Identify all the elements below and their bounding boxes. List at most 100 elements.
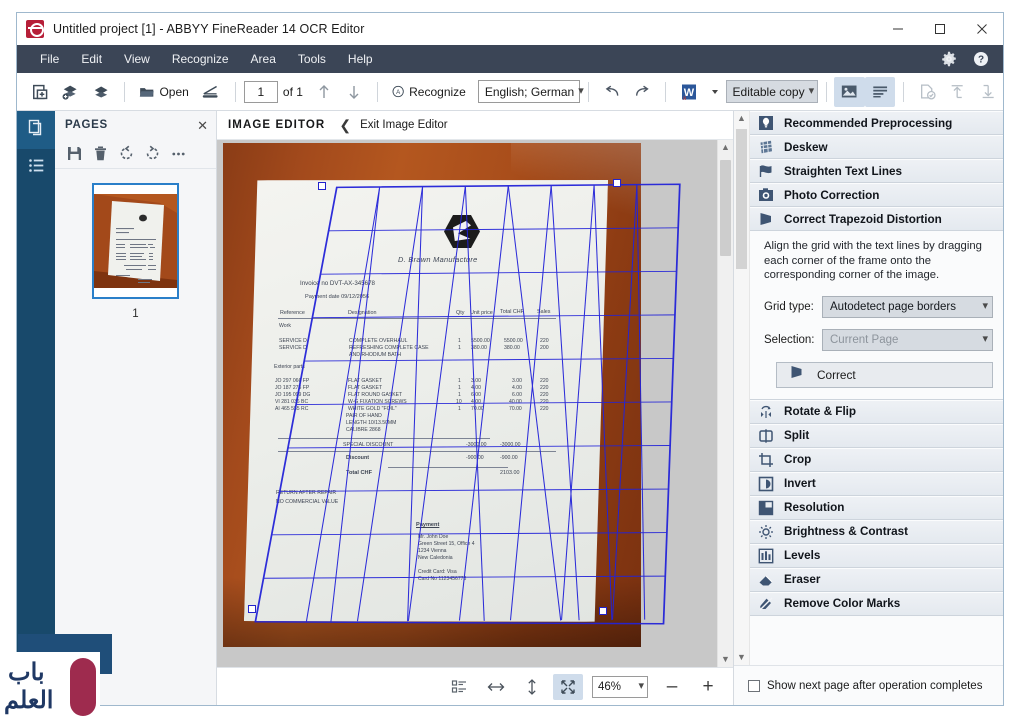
scroll-up-icon[interactable]: ▲ [737, 114, 746, 123]
part-ref-2: JO 195 099 DG [275, 392, 311, 398]
op-resolution[interactable]: Resolution [750, 495, 1003, 520]
op-crop[interactable]: Crop [750, 447, 1003, 472]
grid-type-select[interactable]: Autodetect page borders ▾ [822, 295, 993, 318]
pages-panel-header: PAGES ✕ [55, 111, 216, 139]
page-thumbnail-1[interactable] [92, 183, 179, 299]
best-fit-icon[interactable] [553, 673, 583, 700]
image-view-icon[interactable] [834, 76, 865, 107]
gear-icon[interactable] [941, 51, 957, 67]
selection-select[interactable]: Current Page ▾ [822, 328, 993, 351]
grid-handle-top-left[interactable] [318, 182, 326, 190]
zoom-out-button[interactable]: – [657, 674, 687, 700]
scroll-down-icon[interactable]: ▼ [737, 653, 746, 662]
language-value: English; German [484, 84, 575, 99]
th-total: Total CHF [500, 309, 524, 315]
rail-list-button[interactable] [17, 149, 55, 187]
previous-page-button[interactable] [309, 77, 339, 107]
image-canvas[interactable]: D. Brawn Manufacture Invoice no DVT-AX-3… [217, 140, 717, 667]
zoom-level-select[interactable]: 46% ▾ [592, 675, 648, 698]
export-mode-select[interactable]: Editable copy ▾ [725, 80, 818, 103]
svg-text:я: я [683, 96, 686, 101]
menu-tools[interactable]: Tools [287, 48, 337, 70]
menu-view[interactable]: View [113, 48, 161, 70]
op-eraser[interactable]: Eraser [750, 567, 1003, 592]
row-qty-1: 1 [458, 345, 461, 351]
menu-edit[interactable]: Edit [70, 48, 113, 70]
correct-button[interactable]: Correct [776, 361, 993, 388]
op-levels[interactable]: Levels [750, 543, 1003, 568]
save-icon[interactable] [62, 142, 86, 166]
receive-from-icon[interactable] [973, 77, 1003, 107]
next-page-button[interactable] [339, 77, 369, 107]
op-split[interactable]: Split [750, 423, 1003, 448]
menu-area[interactable]: Area [240, 48, 287, 70]
undo-button[interactable] [597, 77, 627, 107]
rotate-left-icon[interactable] [114, 142, 138, 166]
camera-icon [756, 186, 776, 204]
delete-icon[interactable] [88, 142, 112, 166]
export-format-dropdown[interactable] [704, 77, 721, 107]
title-bar: Untitled project [1] - ABBYY FineReader … [17, 13, 1003, 45]
op-straighten-text-lines[interactable]: Straighten Text Lines [750, 159, 1003, 183]
scroll-thumb[interactable] [720, 160, 731, 256]
op-photo-correction[interactable]: Photo Correction [750, 183, 1003, 207]
scanner-icon[interactable] [195, 77, 227, 107]
send-to-icon[interactable] [942, 77, 972, 107]
pages-stack-icon[interactable] [86, 77, 116, 107]
help-icon[interactable]: ? [973, 51, 989, 67]
show-next-page-checkbox[interactable] [748, 679, 760, 692]
part-sales-0: 220 [540, 378, 549, 384]
op-correct-trapezoid-distortion[interactable]: Correct Trapezoid Distortion [750, 207, 1003, 231]
more-options-icon[interactable] [166, 142, 190, 166]
fit-page-icon[interactable] [445, 674, 475, 700]
rail-pages-button[interactable] [17, 111, 55, 149]
open-button[interactable]: Open [133, 77, 195, 107]
close-button[interactable] [961, 13, 1003, 45]
brightness-icon [756, 523, 776, 541]
exit-image-editor-link[interactable]: Exit Image Editor [360, 119, 448, 131]
page-number-input[interactable] [243, 80, 278, 103]
toolbar-separator [124, 81, 125, 102]
company-name: D. Brawn Manufacture [398, 255, 478, 264]
op-rotate-flip[interactable]: Rotate & Flip [750, 399, 1003, 424]
add-pages-icon[interactable] [55, 77, 85, 107]
op-label: Split [784, 429, 810, 442]
scroll-down-icon[interactable]: ▼ [721, 655, 730, 664]
scroll-up-icon[interactable]: ▲ [721, 143, 730, 152]
op-remove-color-marks[interactable]: Remove Color Marks [750, 591, 1003, 616]
rotate-right-icon[interactable] [140, 142, 164, 166]
scroll-thumb[interactable] [736, 129, 747, 269]
part-qty-3: 10 [456, 399, 462, 405]
new-document-icon[interactable] [25, 77, 55, 107]
image-editor-pane: IMAGE EDITOR ❮ Exit Image Editor D. Braw… [217, 111, 733, 705]
fit-height-icon[interactable] [517, 674, 547, 700]
verify-document-icon[interactable] [912, 77, 942, 107]
th-qty: Qty [456, 310, 465, 316]
chevron-left-icon[interactable]: ❮ [339, 117, 351, 134]
op-invert[interactable]: Invert [750, 471, 1003, 496]
operations-vertical-scrollbar[interactable]: ▲ ▼ [734, 111, 750, 665]
minimize-button[interactable] [877, 13, 919, 45]
op-deskew[interactable]: Deskew [750, 135, 1003, 159]
fit-width-icon[interactable] [481, 674, 511, 700]
levels-icon [756, 547, 776, 565]
maximize-button[interactable] [919, 13, 961, 45]
recognize-button[interactable]: A Recognize [386, 77, 472, 107]
menu-recognize[interactable]: Recognize [161, 48, 240, 70]
toolbar-separator-3 [376, 81, 378, 102]
close-icon[interactable]: ✕ [197, 119, 208, 132]
op-recommended-preprocessing[interactable]: Recommended Preprocessing [750, 111, 1003, 135]
language-select[interactable]: English; German ▾ [477, 80, 584, 103]
word-icon[interactable]: Wя [674, 77, 704, 107]
menu-help[interactable]: Help [337, 48, 384, 70]
grid-handle-top-right[interactable] [613, 179, 621, 187]
canvas-vertical-scrollbar[interactable]: ▲ ▼ [717, 140, 733, 667]
menu-file[interactable]: File [29, 48, 70, 70]
total-unit-0: -3000.00 [466, 442, 487, 448]
text-view-icon[interactable] [864, 76, 896, 107]
op-brightness-contrast[interactable]: Brightness & Contrast [750, 519, 1003, 544]
redo-button[interactable] [627, 77, 657, 107]
zoom-in-button[interactable]: + [693, 674, 723, 700]
grid-handle-bottom-right[interactable] [599, 607, 607, 615]
grid-handle-bottom-left[interactable] [248, 605, 256, 613]
